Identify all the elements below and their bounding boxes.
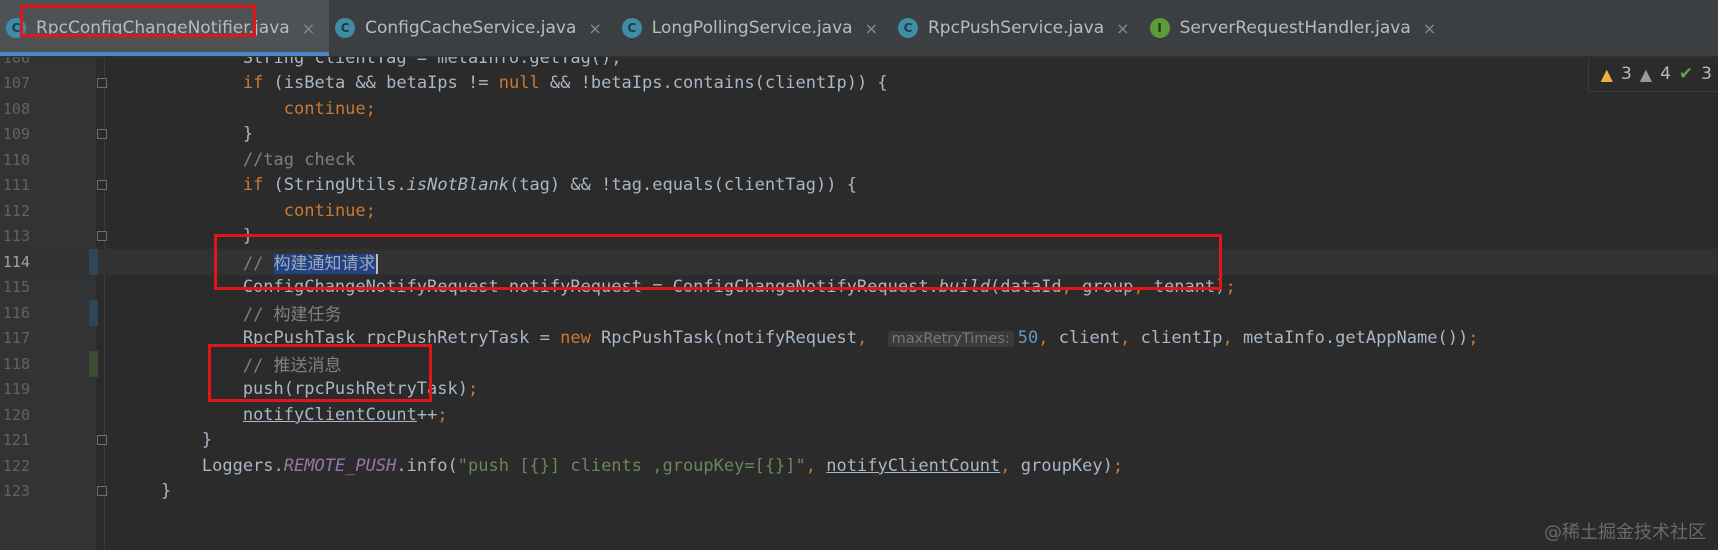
code-line[interactable]: 106 String clientTag = metaInfo.getTag()… bbox=[0, 57, 1718, 71]
line-number: 119 bbox=[2, 380, 30, 399]
ok-count: 3 bbox=[1701, 64, 1712, 84]
code-text: continue; bbox=[283, 200, 376, 221]
fold-icon[interactable] bbox=[97, 78, 107, 89]
close-icon[interactable]: × bbox=[302, 19, 315, 38]
warning-count: 3 bbox=[1620, 64, 1632, 84]
code-line[interactable]: 108 continue; bbox=[0, 96, 1718, 122]
line-number: 118 bbox=[2, 354, 30, 373]
tab-rpcpushservice[interactable]: C RpcPushService.java × bbox=[892, 0, 1144, 56]
line-number: 122 bbox=[2, 456, 30, 475]
line-number: 106 bbox=[2, 57, 30, 67]
code-text: ConfigChangeNotifyRequest notifyRequest … bbox=[120, 277, 1236, 298]
tab-longpollingservice[interactable]: C LongPollingService.java × bbox=[616, 0, 892, 56]
tab-configcacheservice[interactable]: C ConfigCacheService.java × bbox=[329, 0, 616, 56]
code-editor[interactable]: 106 String clientTag = metaInfo.getTag()… bbox=[0, 57, 1718, 550]
code-text: if (isBeta && betaIps != null && !betaIp… bbox=[242, 73, 888, 94]
code-line[interactable]: 120 notifyClientCount++; bbox=[0, 402, 1718, 428]
tab-label: ServerRequestHandler.java bbox=[1179, 18, 1411, 38]
code-text: } bbox=[120, 226, 254, 247]
code-text: } bbox=[120, 124, 254, 145]
code-text: Loggers.REMOTE_PUSH.info("push [{}] clie… bbox=[120, 455, 1124, 476]
code-line[interactable]: 113 } bbox=[0, 224, 1718, 250]
code-text: // 构建通知请求 bbox=[242, 254, 378, 275]
code-line[interactable]: 107 if (isBeta && betaIps != null && !be… bbox=[0, 71, 1718, 97]
code-text: } bbox=[120, 430, 213, 451]
line-number: 108 bbox=[2, 99, 30, 118]
interface-file-icon: I bbox=[1149, 18, 1170, 38]
code-text: // 构建任务 bbox=[242, 305, 342, 326]
tab-label: RpcPushService.java bbox=[927, 18, 1105, 38]
code-line[interactable]: 109 } bbox=[0, 122, 1718, 148]
line-number: 107 bbox=[2, 74, 30, 93]
line-number: 113 bbox=[2, 227, 30, 246]
tab-label: LongPollingService.java bbox=[651, 18, 853, 38]
fold-icon[interactable] bbox=[97, 435, 107, 446]
close-icon[interactable]: × bbox=[1423, 19, 1436, 38]
line-number: 110 bbox=[2, 150, 30, 169]
code-text: push(rpcPushRetryTask); bbox=[120, 379, 479, 400]
fold-icon[interactable] bbox=[97, 129, 107, 140]
line-number: 114 bbox=[2, 252, 30, 271]
tab-label: ConfigCacheService.java bbox=[365, 18, 577, 38]
code-text: //tag check bbox=[242, 149, 356, 170]
line-number: 116 bbox=[2, 303, 30, 322]
code-line[interactable]: 115 ConfigChangeNotifyRequest notifyRequ… bbox=[0, 275, 1718, 301]
code-text: RpcPushTask rpcPushRetryTask = new RpcPu… bbox=[120, 328, 1479, 349]
code-line[interactable]: 121 } bbox=[0, 428, 1718, 454]
tab-serverrequesthandler[interactable]: I ServerRequestHandler.java × bbox=[1144, 0, 1451, 56]
line-number: 109 bbox=[2, 125, 30, 144]
code-line[interactable]: 112 continue; bbox=[0, 198, 1718, 224]
class-file-icon: C bbox=[6, 18, 26, 38]
fold-icon[interactable] bbox=[97, 231, 107, 242]
class-file-icon: C bbox=[621, 18, 642, 38]
weak-warning-icon: ▲ bbox=[1639, 64, 1653, 84]
code-text: // 推送消息 bbox=[242, 356, 342, 377]
editor-tab-bar: C RpcConfigChangeNotifier.java × C ConfigCac… bbox=[0, 0, 1718, 57]
code-line[interactable]: 111 if (StringUtils.isNotBlank(tag) && !… bbox=[0, 173, 1718, 199]
warning-icon: ▲ bbox=[1600, 64, 1613, 84]
close-icon[interactable]: × bbox=[865, 19, 878, 38]
code-line[interactable]: 116 // 构建任务 bbox=[0, 300, 1718, 326]
change-marker[interactable] bbox=[89, 249, 98, 275]
fold-icon[interactable] bbox=[97, 486, 107, 497]
code-text: if (StringUtils.isNotBlank(tag) && !tag.… bbox=[242, 175, 857, 196]
code-text: } bbox=[120, 481, 172, 502]
close-icon[interactable]: × bbox=[588, 19, 601, 38]
code-line[interactable]: 114 // 构建通知请求 bbox=[0, 249, 1718, 275]
check-icon: ✔ bbox=[1678, 64, 1694, 84]
line-number: 123 bbox=[2, 482, 30, 501]
tab-rpcconfigchangenotifier[interactable]: C RpcConfigChangeNotifier.java × bbox=[0, 0, 330, 56]
change-marker[interactable] bbox=[89, 351, 98, 377]
fold-icon[interactable] bbox=[97, 180, 107, 191]
code-line[interactable]: 117 RpcPushTask rpcPushRetryTask = new R… bbox=[0, 326, 1718, 352]
code-text: continue; bbox=[283, 98, 376, 119]
tab-label: RpcConfigChangeNotifier.java bbox=[36, 18, 290, 38]
line-number: 121 bbox=[2, 431, 30, 450]
line-number: 120 bbox=[2, 405, 30, 424]
line-number: 117 bbox=[2, 329, 30, 348]
code-line[interactable]: 118 // 推送消息 bbox=[0, 351, 1718, 377]
code-text: notifyClientCount++; bbox=[242, 404, 448, 425]
line-number: 111 bbox=[2, 176, 30, 195]
class-file-icon: C bbox=[335, 18, 356, 38]
watermark: @稀土掘金技术社区 bbox=[1544, 522, 1706, 543]
inspection-widget[interactable]: ▲ 3 ▲ 4 ✔ 3 bbox=[1587, 57, 1718, 92]
close-icon[interactable]: × bbox=[1116, 19, 1129, 38]
line-number: 112 bbox=[2, 201, 30, 220]
change-marker[interactable] bbox=[89, 300, 98, 326]
code-line[interactable]: 119 push(rpcPushRetryTask); bbox=[0, 377, 1718, 403]
weak-warning-count: 4 bbox=[1660, 64, 1671, 84]
code-line[interactable]: 123 } bbox=[0, 479, 1718, 505]
code-line[interactable]: 122 Loggers.REMOTE_PUSH.info("push [{}] … bbox=[0, 453, 1718, 479]
class-file-icon: C bbox=[897, 18, 918, 38]
code-text: String clientTag = metaInfo.getTag(); bbox=[120, 57, 622, 68]
line-number: 115 bbox=[2, 278, 30, 297]
code-line[interactable]: 110 //tag check bbox=[0, 147, 1718, 173]
